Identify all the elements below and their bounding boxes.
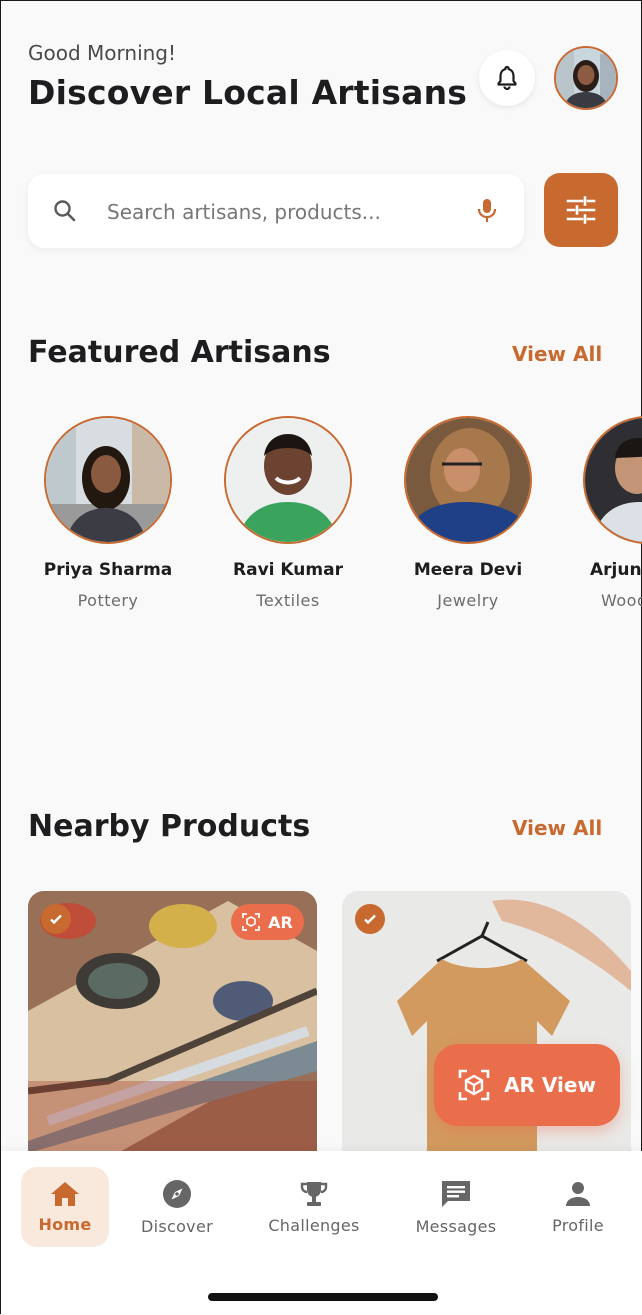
greeting-text: Good Morning!: [28, 41, 177, 65]
compass-icon: [163, 1179, 191, 1208]
ar-badge[interactable]: AR: [231, 904, 304, 940]
tune-icon: [566, 196, 596, 224]
ar-badge-label: AR: [268, 912, 293, 932]
artisan-craft: Wood: [601, 591, 642, 610]
artisan-card[interactable]: Meera Devi Jewelry: [378, 416, 558, 610]
artisan-photo: [404, 416, 532, 544]
filter-button[interactable]: [544, 173, 618, 247]
nav-label: Home: [38, 1214, 92, 1234]
check-icon: [50, 914, 62, 925]
notifications-button[interactable]: [479, 50, 535, 106]
trophy-icon: [300, 1181, 328, 1206]
nav-label: Discover: [141, 1216, 213, 1236]
artisan-craft: Textiles: [256, 591, 320, 610]
artisan-craft: Jewelry: [437, 591, 499, 610]
artisan-name: Arjun: [590, 560, 642, 580]
nav-profile[interactable]: Profile: [541, 1167, 615, 1247]
artisan-photo: [44, 416, 172, 544]
nearby-view-all-link[interactable]: View All: [512, 816, 602, 840]
nav-label: Messages: [415, 1216, 497, 1236]
nav-messages[interactable]: Messages: [406, 1167, 506, 1247]
ar-view-label: AR View: [504, 1073, 596, 1097]
nav-label: Profile: [552, 1215, 604, 1235]
artisan-photo: [583, 416, 642, 544]
artisan-photo: [224, 416, 352, 544]
page-title: Discover Local Artisans: [28, 73, 468, 112]
home-indicator: [208, 1293, 438, 1301]
artisan-card[interactable]: Arjun Wood: [558, 416, 642, 610]
search-input[interactable]: [105, 194, 469, 230]
avatar-photo: [556, 48, 616, 108]
message-icon: [442, 1180, 470, 1207]
person-icon: [566, 1181, 590, 1206]
ar-scan-icon: [242, 913, 261, 931]
search-icon: [54, 200, 76, 222]
artisan-card[interactable]: Ravi Kumar Textiles: [198, 416, 378, 610]
nav-challenges[interactable]: Challenges: [259, 1167, 369, 1247]
nav-label: Challenges: [268, 1215, 360, 1235]
artisan-name: Ravi Kumar: [233, 560, 343, 580]
artisan-craft: Pottery: [77, 591, 139, 610]
search-bar: [28, 174, 524, 248]
nav-home[interactable]: Home: [21, 1167, 109, 1247]
artisan-name: Meera Devi: [413, 560, 523, 580]
microphone-icon[interactable]: [476, 197, 498, 225]
ar-view-button[interactable]: AR View: [434, 1044, 620, 1126]
artisan-card[interactable]: Priya Sharma Pottery: [18, 416, 198, 610]
check-icon: [364, 914, 376, 925]
artisan-name: Priya Sharma: [43, 560, 173, 580]
featured-artisans-title: Featured Artisans: [28, 335, 331, 370]
verified-badge: [41, 904, 71, 934]
home-icon: [51, 1181, 79, 1206]
profile-avatar[interactable]: [554, 46, 618, 110]
ar-scan-icon: [458, 1069, 490, 1101]
featured-view-all-link[interactable]: View All: [512, 342, 602, 366]
bell-icon: [497, 65, 517, 91]
nav-discover[interactable]: Discover: [132, 1167, 222, 1247]
verified-badge: [355, 904, 385, 934]
nearby-products-title: Nearby Products: [28, 809, 311, 844]
